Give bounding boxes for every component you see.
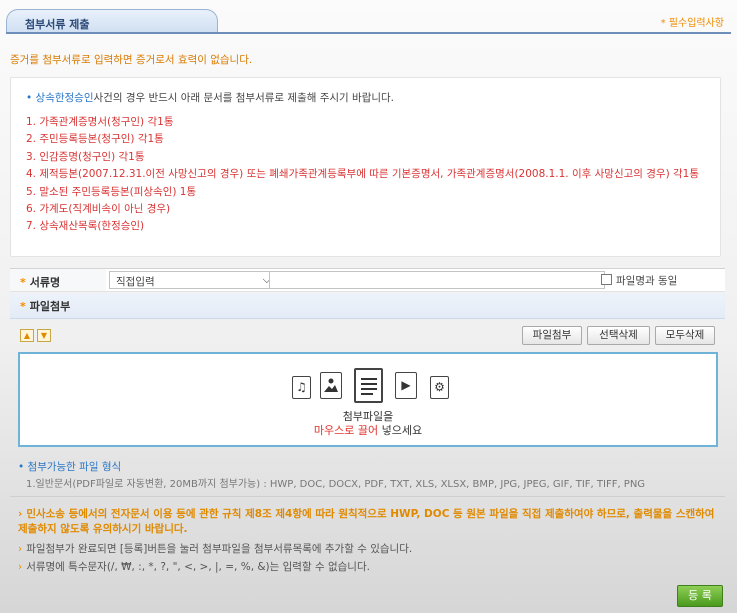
- section-header: 첨부서류 제출 * 필수입력사항: [0, 0, 737, 34]
- required-star-icon: *: [20, 276, 26, 289]
- document-file-icon: [354, 368, 383, 403]
- move-down-button[interactable]: ▼: [37, 329, 51, 342]
- warning-note: › 민사소송 등에서의 전자문서 이용 등에 관한 규칙 제8조 제4항에 따라 …: [18, 508, 715, 535]
- evidence-notice: 증거를 첨부서류로 입력하면 증거로서 효력이 없습니다.: [10, 54, 253, 66]
- register-button[interactable]: 등 록: [677, 585, 723, 607]
- document-item: 4. 제적등본(2007.12.31.이전 사망신고의 경우) 또는 폐쇄가족관…: [26, 168, 700, 181]
- documents-intro: • 상속한정승인사건의 경우 반드시 아래 문서를 첨부서류로 제출해 주시기 …: [26, 90, 394, 105]
- section-tab-title: 첨부서류 제출: [6, 9, 218, 33]
- info-note: › 서류명에 특수문자(/, ₩, :, *, ?, ", <, >, |, =,…: [18, 561, 370, 573]
- file-drop-zone[interactable]: ♫ ▶ ⚙ 첨부파일을 마우스로 끌어 넣으세요: [18, 352, 718, 447]
- document-item: 5. 말소된 주민등록등본(피상속인) 1통: [26, 185, 197, 198]
- allowed-file-types-title: • 첨부가능한 파일 형식: [18, 461, 122, 473]
- file-attach-row: * 파일첨부: [10, 293, 725, 319]
- document-name-row: * 서류명 직접입력 ⌵ 파일명과 동일: [10, 268, 725, 292]
- info-note: › 파일첨부가 완료되면 [등록]버튼을 눌러 첨부파일을 첨부서류목록에 추가할…: [18, 543, 413, 555]
- document-item: 2. 주민등록등본(청구인) 각1통: [26, 133, 164, 146]
- arrow-icon: ›: [18, 561, 23, 573]
- document-item: 7. 상속재산목록(한정승인): [26, 220, 145, 233]
- same-as-filename-label: 파일명과 동일: [616, 275, 678, 287]
- document-item: 1. 가족관계증명서(청구인) 각1통: [26, 116, 174, 128]
- bullet-icon: •: [26, 92, 36, 104]
- case-type-link[interactable]: 상속한정승인: [36, 92, 94, 104]
- file-attach-label: * 파일첨부: [20, 300, 71, 313]
- header-divider: [6, 32, 731, 34]
- settings-file-icon: ⚙: [430, 376, 449, 399]
- drop-zone-hint: 마우스로 끌어 넣으세요: [313, 424, 423, 437]
- allowed-file-types-description: 1.일반문서(PDF파일로 자동변환, 20MB까지 첨부가능) : HWP, …: [26, 479, 646, 490]
- documents-intro-text: 사건의 경우 반드시 아래 문서를 첨부서류로 제출해 주시기 바랍니다.: [93, 92, 395, 104]
- required-field-note: * 필수입력사항: [660, 18, 724, 29]
- required-documents-box: • 상속한정승인사건의 경우 반드시 아래 문서를 첨부서류로 제출해 주시기 …: [10, 77, 721, 257]
- document-item: 6. 가계도(직계비속이 아닌 경우): [26, 203, 171, 216]
- document-item: 3. 인감증명(청구인) 각1통: [26, 150, 145, 163]
- delete-all-button[interactable]: 모두삭제: [655, 326, 715, 345]
- arrow-icon: ›: [18, 543, 23, 555]
- move-up-button[interactable]: ▲: [20, 329, 34, 342]
- attach-file-button[interactable]: 파일첨부: [522, 326, 582, 345]
- delete-selected-button[interactable]: 선택삭제: [587, 326, 650, 345]
- required-documents-list: 1. 가족관계증명서(청구인) 각1통 2. 주민등록등본(청구인) 각1통 3…: [26, 114, 711, 236]
- image-file-icon: [320, 372, 342, 399]
- video-file-icon: ▶: [395, 372, 417, 399]
- document-name-label: * 서류명: [20, 276, 61, 289]
- arrow-icon: ›: [18, 508, 23, 520]
- required-star-icon: *: [20, 300, 26, 313]
- document-type-select[interactable]: 직접입력 ⌵: [109, 271, 277, 289]
- section-divider: [10, 496, 725, 497]
- document-name-input[interactable]: [269, 271, 605, 289]
- audio-file-icon: ♫: [292, 376, 311, 399]
- same-as-filename-checkbox[interactable]: [601, 274, 612, 285]
- file-type-icons: ♫ ▶ ⚙: [292, 368, 452, 404]
